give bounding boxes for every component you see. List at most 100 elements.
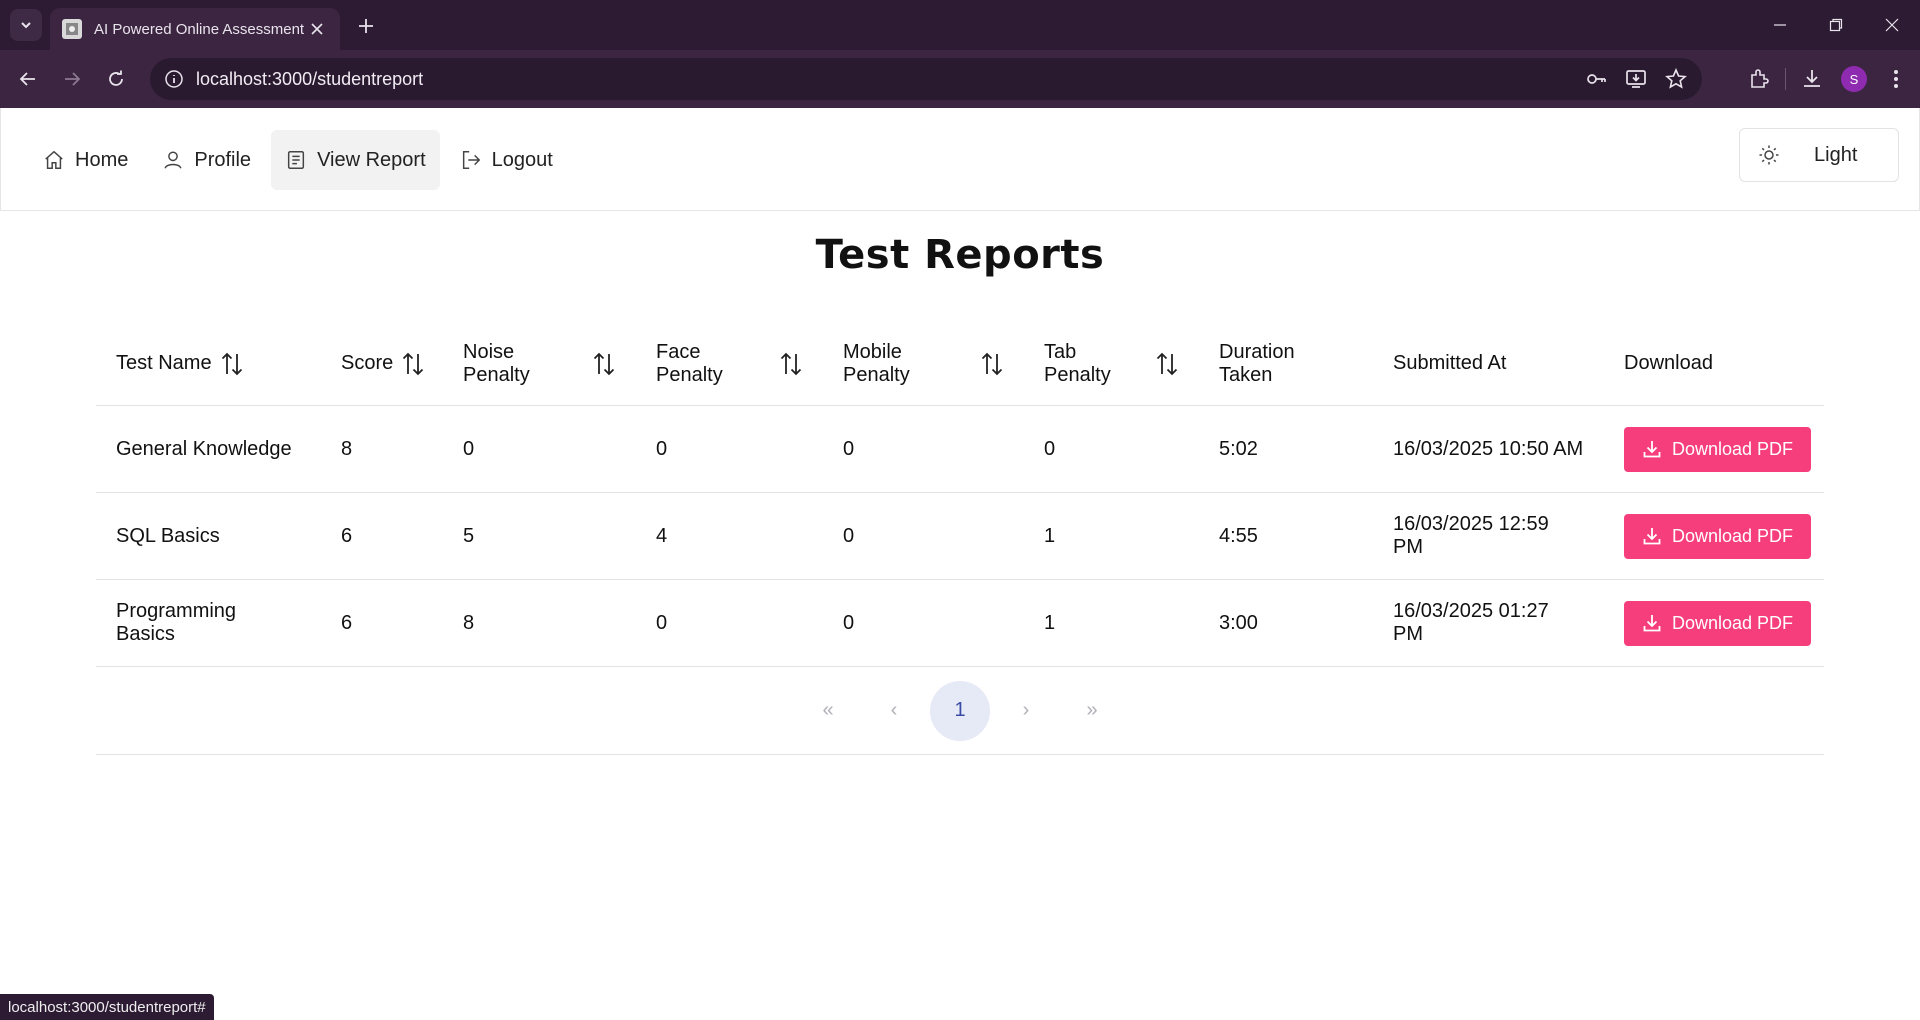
test-name-text: Programming Basics: [116, 600, 237, 645]
cell-noise-penalty: 8: [463, 611, 475, 634]
cell-face-penalty: 4: [656, 524, 668, 547]
restore-icon: [1829, 18, 1843, 32]
kebab-menu-icon: [1894, 70, 1898, 88]
prev-page-button[interactable]: ‹: [864, 681, 924, 741]
cell-tab-penalty: 1: [1044, 524, 1056, 547]
download-icon: [1643, 441, 1661, 458]
header-label: Duration Taken: [1219, 340, 1295, 386]
sort-icon[interactable]: [401, 351, 425, 377]
arrow-right-icon: [65, 72, 81, 86]
new-tab-button[interactable]: [352, 12, 380, 40]
table-row: SQL Basics 6 5 4 0 1 4:55 16/03/2025 12:…: [96, 493, 1824, 580]
pagination: « ‹ 1 › »: [96, 667, 1824, 755]
password-key-icon[interactable]: [1580, 63, 1612, 95]
downloads-icon[interactable]: [1796, 63, 1828, 95]
cell-score: 8: [341, 437, 353, 460]
header-label: Noise Penalty: [463, 340, 530, 386]
cell-duration: 3:00: [1219, 611, 1258, 634]
header-mobile-penalty[interactable]: Mobile Penalty: [823, 341, 1024, 387]
first-page-button[interactable]: «: [798, 681, 858, 741]
menu-button[interactable]: [1880, 63, 1912, 95]
last-page-button[interactable]: »: [1062, 681, 1122, 741]
download-pdf-button[interactable]: Download PDF: [1624, 600, 1812, 646]
header-download: Download: [1604, 352, 1824, 375]
tab-title: AI Powered Online Assessment: [94, 20, 305, 38]
download-pdf-label: Download PDF: [1672, 525, 1794, 546]
nav-profile[interactable]: Profile: [148, 130, 265, 190]
nav-logout-label: Logout: [491, 148, 553, 171]
page-1-button[interactable]: 1: [930, 680, 990, 741]
download-pdf-button[interactable]: Download PDF: [1624, 513, 1812, 559]
extensions-icon[interactable]: [1743, 63, 1775, 95]
sort-icon[interactable]: [779, 351, 803, 377]
logout-icon: [462, 151, 480, 169]
cell-submitted-at: 16/03/2025 10:50 AM: [1393, 437, 1584, 460]
tab-search-button[interactable]: [10, 9, 42, 41]
nav-view-report[interactable]: View Report: [271, 130, 440, 190]
header-label: Mobile Penalty: [843, 340, 910, 386]
cell-test-name: Programming Basics: [96, 600, 321, 646]
cell-noise-penalty: 0: [463, 437, 475, 460]
browser-tabstrip: AI Powered Online Assessment: [0, 0, 1920, 50]
favicon-icon: [62, 19, 82, 39]
header-label: Tab Penalty: [1044, 340, 1111, 386]
cell-score: 6: [341, 611, 353, 634]
cell-download: Download PDF: [1604, 426, 1824, 472]
report-icon: [287, 151, 305, 169]
cell-submitted-at: 16/03/2025 01:27 PM: [1373, 600, 1604, 646]
address-bar[interactable]: localhost:3000/studentreport: [150, 58, 1702, 100]
header-face-penalty[interactable]: Face Penalty: [636, 341, 823, 387]
download-pdf-button[interactable]: Download PDF: [1624, 426, 1812, 472]
cell-duration: 5:02: [1219, 437, 1258, 460]
app-navbar: Home Profile View Report Logout Light: [0, 108, 1920, 211]
theme-toggle-button[interactable]: Light: [1739, 128, 1899, 182]
close-tab-icon[interactable]: [306, 18, 328, 40]
header-noise-penalty[interactable]: Noise Penalty: [443, 341, 636, 387]
cell-mobile-penalty: 0: [843, 437, 855, 460]
header-tab-penalty[interactable]: Tab Penalty: [1024, 341, 1199, 387]
sort-icon[interactable]: [220, 351, 244, 377]
nav-home-label: Home: [75, 148, 129, 171]
header-score[interactable]: Score: [321, 351, 443, 377]
nav-logout[interactable]: Logout: [446, 130, 567, 190]
plus-icon: [359, 19, 373, 33]
profile-button[interactable]: S: [1838, 63, 1870, 95]
sort-icon[interactable]: [980, 351, 1004, 377]
user-icon: [164, 151, 182, 169]
reports-table: Test Name Score Noise Penalty Face Penal…: [96, 322, 1824, 755]
download-icon: [1643, 528, 1661, 545]
next-page-button[interactable]: ›: [996, 681, 1056, 741]
header-label: Submitted At: [1393, 352, 1507, 374]
nav-profile-label: Profile: [194, 148, 252, 171]
reload-icon: [109, 70, 123, 86]
theme-label: Light: [1814, 143, 1858, 166]
header-test-name[interactable]: Test Name: [96, 351, 321, 377]
bookmark-star-icon[interactable]: [1660, 63, 1692, 95]
restore-button[interactable]: [1808, 0, 1864, 50]
browser-tab[interactable]: AI Powered Online Assessment: [50, 8, 340, 50]
forward-button[interactable]: [56, 63, 88, 95]
cell-download: Download PDF: [1604, 600, 1824, 646]
header-duration-taken: Duration Taken: [1199, 341, 1373, 387]
download-pdf-label: Download PDF: [1672, 612, 1794, 633]
minimize-button[interactable]: [1752, 0, 1808, 50]
submitted-at-text: 16/03/2025 01:27 PM: [1393, 600, 1549, 645]
toolbar-divider: [1785, 68, 1786, 90]
nav-home[interactable]: Home: [29, 130, 142, 190]
cell-tab-penalty: 0: [1044, 437, 1056, 460]
sun-icon: [1759, 145, 1779, 165]
browser-toolbar: localhost:3000/studentreport S: [0, 50, 1920, 108]
header-label: Face Penalty: [656, 340, 723, 386]
submitted-at-text: 16/03/2025 12:59 PM: [1393, 513, 1549, 558]
sort-icon[interactable]: [1155, 351, 1179, 377]
site-info-icon[interactable]: [164, 69, 184, 89]
back-button[interactable]: [12, 63, 44, 95]
cell-download: Download PDF: [1604, 513, 1824, 559]
arrow-left-icon: [19, 72, 35, 86]
status-bar-url: localhost:3000/studentreport#: [0, 994, 214, 1020]
avatar: S: [1841, 66, 1867, 92]
install-app-icon[interactable]: [1620, 63, 1652, 95]
close-window-button[interactable]: [1864, 0, 1920, 50]
reload-button[interactable]: [100, 63, 132, 95]
sort-icon[interactable]: [592, 351, 616, 377]
